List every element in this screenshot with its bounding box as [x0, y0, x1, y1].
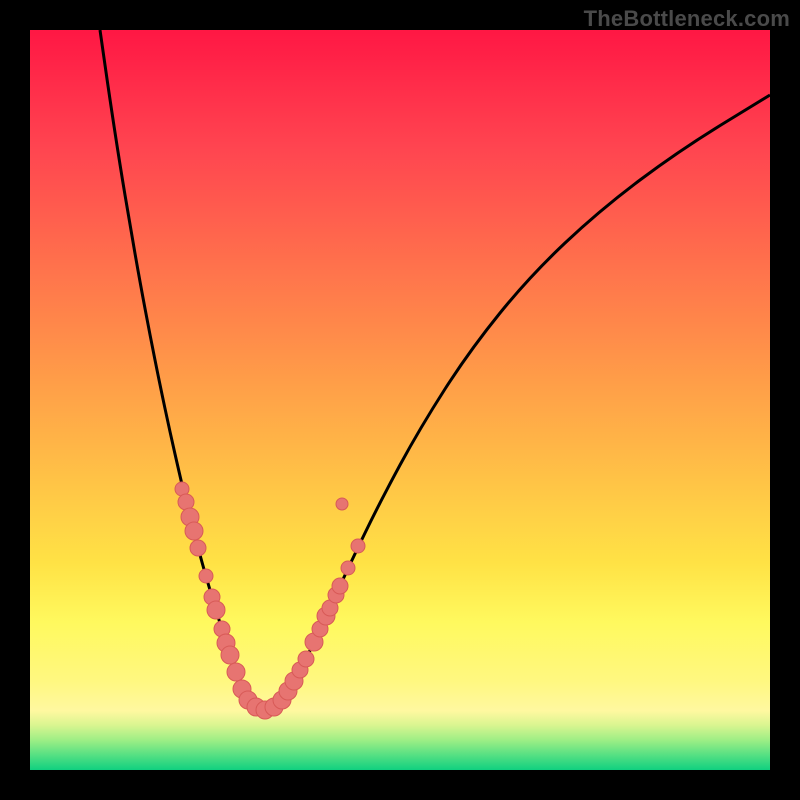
- chart-frame: TheBottleneck.com: [0, 0, 800, 800]
- data-marker: [178, 494, 194, 510]
- data-marker: [185, 522, 203, 540]
- bottleneck-curve: [100, 30, 770, 709]
- data-markers: [175, 482, 365, 719]
- data-marker: [199, 569, 213, 583]
- watermark-text: TheBottleneck.com: [584, 6, 790, 32]
- data-marker: [207, 601, 225, 619]
- data-marker: [190, 540, 206, 556]
- bottleneck-curve-svg: [30, 30, 770, 770]
- data-marker: [298, 651, 314, 667]
- data-marker: [227, 663, 245, 681]
- data-marker: [332, 578, 348, 594]
- data-marker: [341, 561, 355, 575]
- data-marker: [336, 498, 348, 510]
- plot-area: [30, 30, 770, 770]
- data-marker: [221, 646, 239, 664]
- data-marker: [351, 539, 365, 553]
